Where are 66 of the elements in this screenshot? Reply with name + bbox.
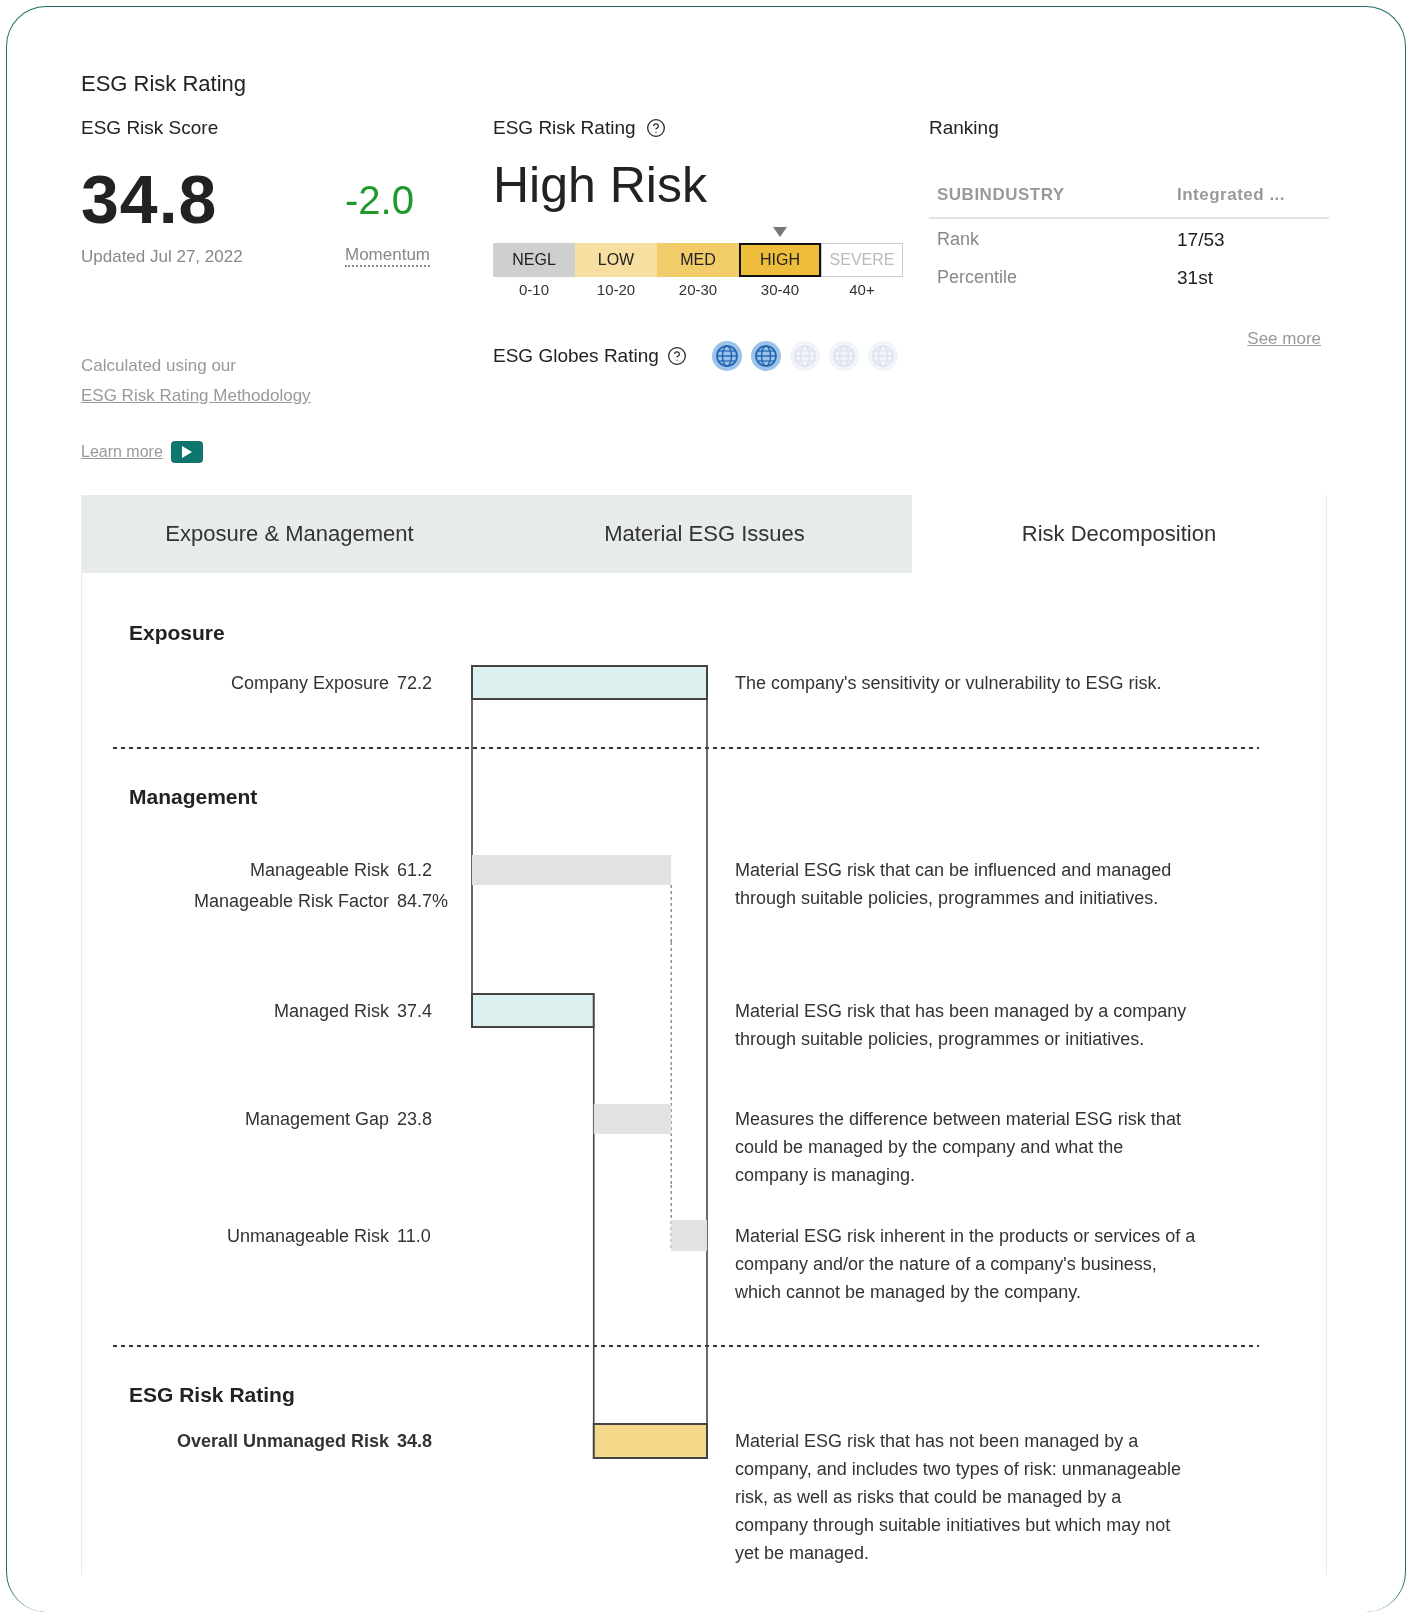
risk-range: 40+ bbox=[849, 281, 875, 298]
ranking-label: Rank bbox=[936, 228, 981, 251]
methodology-link[interactable]: ESG Risk Rating Methodology bbox=[81, 386, 311, 405]
metric-description: Material ESG risk inherent in the products or services of a company and/or the nature of a company's business, which cannot be managed by the company. bbox=[735, 1224, 1197, 1304]
metric-value: 72.2 bbox=[397, 671, 434, 695]
risk-range: 20-30 bbox=[678, 281, 718, 298]
metric-label: Unmanageable Risk bbox=[226, 1224, 389, 1248]
metric-description: Material ESG risk that has been managed by a company through suitable policies, programmes or initiatives. bbox=[735, 999, 1188, 1051]
learn-more-link[interactable]: Learn more bbox=[81, 443, 163, 461]
globe-icon bbox=[827, 340, 860, 372]
metric-value: 61.2 bbox=[397, 859, 434, 882]
risk-score: 34.8 bbox=[81, 161, 218, 237]
risk-range: 10-20 bbox=[596, 281, 636, 298]
metric-label: Manageable Risk bbox=[249, 859, 389, 882]
rating-heading: ESG Risk Rating bbox=[493, 117, 636, 139]
metric-label: Overall Unmanaged Risk bbox=[176, 1430, 389, 1453]
see-more-link[interactable]: See more bbox=[1247, 329, 1321, 349]
metric-description: Material ESG risk that has not been managed by a company, and includes two types of risk: unmanageable risk, as well as risks that could be managed by a company through suitable initiatives but which may not yet be managed. bbox=[735, 1430, 1182, 1565]
metric-label: Management Gap bbox=[244, 1108, 389, 1131]
play-icon bbox=[181, 446, 192, 458]
risk-range: 0-10 bbox=[519, 281, 549, 298]
play-button[interactable] bbox=[170, 441, 203, 463]
metric-value: 34.8 bbox=[397, 1430, 434, 1453]
risk-range: 30-40 bbox=[760, 281, 800, 298]
methodology-note: Calculated using our ESG Risk Rating Methodology bbox=[81, 355, 312, 407]
section-heading: Management bbox=[129, 785, 258, 809]
metric-description: The company's sensitivity or vulnerability to ESG risk. bbox=[735, 671, 1163, 695]
column-header: SUBINDUSTRY bbox=[929, 171, 1169, 219]
tab[interactable]: Exposure & Management bbox=[82, 495, 497, 573]
metric-value: 84.7% bbox=[397, 890, 449, 913]
marker-icon bbox=[773, 227, 787, 237]
metric-description: Measures the difference between material ESG risk that could be managed by the company and what the company is managing. bbox=[735, 1108, 1182, 1187]
help-icon[interactable] bbox=[645, 118, 666, 138]
metric-value: 37.4 bbox=[397, 999, 434, 1023]
risk-level: SEVERE bbox=[821, 243, 903, 277]
momentum-label[interactable]: Momentum bbox=[345, 245, 431, 267]
metric-value: 23.8 bbox=[397, 1108, 434, 1131]
risk-category: High Risk bbox=[493, 156, 707, 215]
tab[interactable]: Material ESG Issues bbox=[497, 495, 912, 573]
metric-label: Managed Risk bbox=[273, 999, 389, 1023]
risk-level: NEGL bbox=[493, 243, 575, 277]
metric-label: Company Exposure bbox=[230, 671, 389, 695]
risk-level: MED bbox=[657, 243, 739, 277]
globe-icon bbox=[788, 340, 821, 372]
ranking-label: Percentile bbox=[936, 266, 1019, 289]
section-heading: ESG Risk Rating bbox=[129, 1383, 295, 1407]
page-title: ESG Risk Rating bbox=[81, 71, 248, 97]
updated-date: Updated Jul 27, 2022 bbox=[81, 247, 243, 267]
ranking-heading: Ranking bbox=[929, 116, 1000, 140]
section-heading: Exposure bbox=[129, 621, 225, 645]
globes-label: ESG Globes Rating bbox=[493, 345, 659, 367]
globe-icon bbox=[710, 340, 743, 372]
metric-value: 11.0 bbox=[397, 1224, 432, 1248]
momentum-value: -2.0 bbox=[345, 177, 414, 223]
globe-icon bbox=[866, 340, 899, 372]
column-header: Integrated ... bbox=[1169, 171, 1329, 219]
metric-description: Material ESG risk that can be influenced and managed through suitable policies, programmes and initiatives. bbox=[735, 859, 1173, 910]
ranking-value: 31st bbox=[1176, 266, 1214, 290]
bar bbox=[671, 1220, 707, 1251]
score-heading: ESG Risk Score bbox=[81, 116, 220, 140]
globe-icon bbox=[749, 340, 782, 372]
risk-level: HIGH bbox=[739, 243, 821, 277]
metric-label: Manageable Risk Factor bbox=[193, 890, 389, 913]
risk-level: LOW bbox=[575, 243, 657, 277]
help-icon[interactable] bbox=[666, 346, 687, 366]
ranking-value: 17/53 bbox=[1176, 228, 1226, 252]
